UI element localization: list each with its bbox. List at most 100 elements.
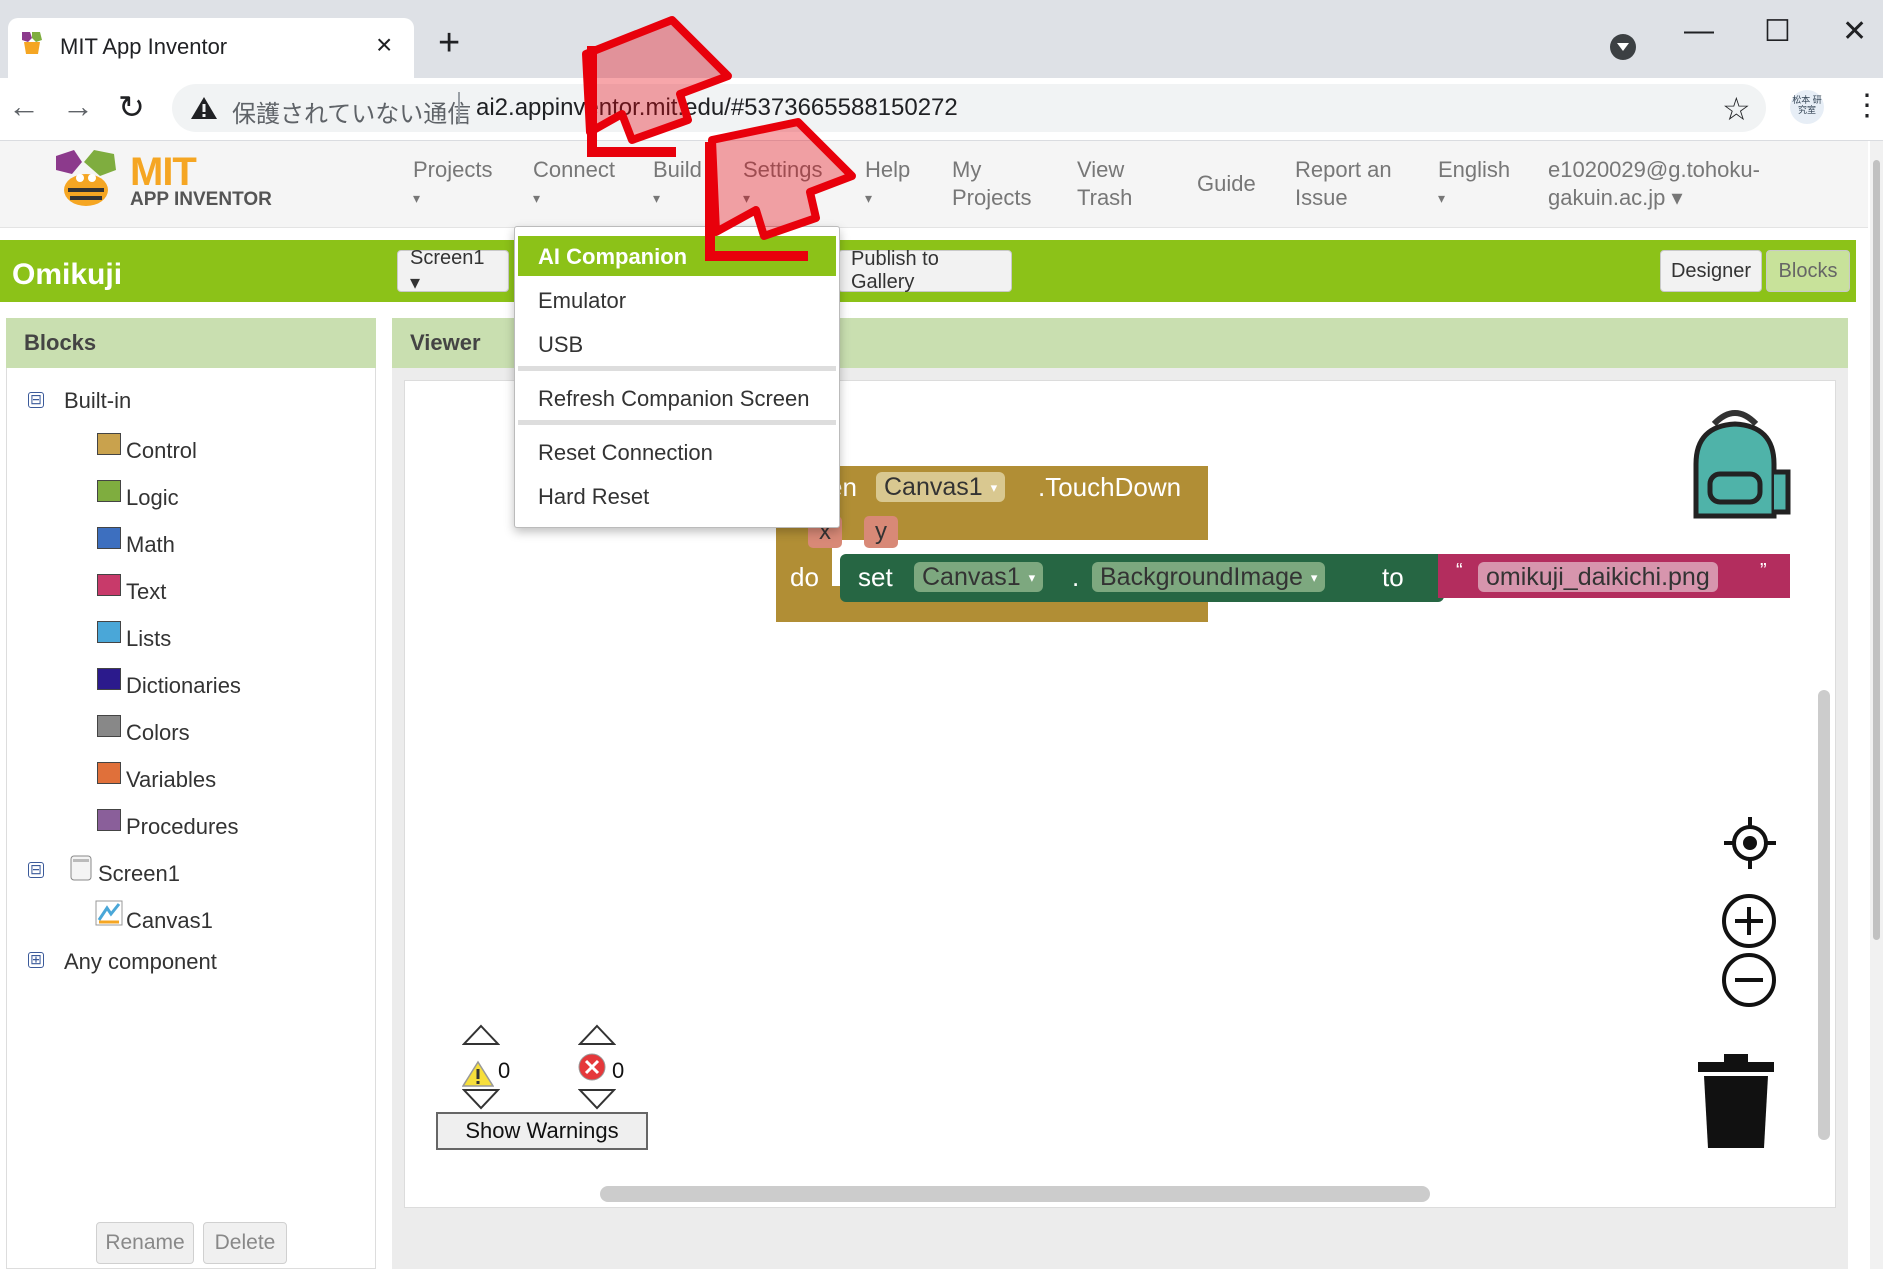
menu-item-usb[interactable]: USB	[538, 332, 583, 358]
menu-item-refresh-companion[interactable]: Refresh Companion Screen	[538, 386, 809, 412]
show-warnings-button[interactable]: Show Warnings	[436, 1112, 648, 1150]
math-swatch-icon	[97, 527, 121, 549]
dropdown-arrow-icon: ▾	[1028, 570, 1036, 586]
collapse-builtin-icon[interactable]: ⊟	[28, 392, 44, 408]
security-label[interactable]: 保護されていない通信	[232, 94, 471, 129]
address-separator	[458, 92, 460, 124]
maximize-icon[interactable]: ☐	[1764, 14, 1791, 49]
text-value[interactable]: omikuji_daikichi.png	[1478, 562, 1718, 592]
screen-select[interactable]: Screen1 ▾	[397, 247, 509, 294]
category-variables[interactable]: Variables	[126, 767, 216, 793]
event-component-label: Canvas1	[884, 473, 983, 501]
profile-avatar[interactable]: 松本 研究室	[1790, 90, 1824, 124]
menu-help[interactable]: Help ▾	[865, 156, 910, 212]
rename-button[interactable]: Rename	[96, 1222, 194, 1264]
property-label: BackgroundImage	[1100, 563, 1303, 591]
bookmark-star-icon[interactable]: ☆	[1722, 90, 1751, 128]
app-inventor-favicon-icon	[22, 32, 42, 54]
page-scrollbar[interactable]	[1873, 160, 1880, 940]
screen1-item[interactable]: Screen1	[98, 861, 180, 887]
menu-item-emulator[interactable]: Emulator	[538, 288, 626, 314]
forward-icon[interactable]: →	[62, 88, 94, 125]
set-component-label: Canvas1	[922, 563, 1021, 591]
app-inventor-logo-icon[interactable]	[48, 148, 126, 214]
set-label: set	[858, 562, 893, 592]
workspace-vertical-scrollbar[interactable]	[1818, 690, 1830, 1140]
param-y[interactable]: y	[864, 516, 898, 548]
menu-build[interactable]: Build ▾	[653, 156, 702, 212]
delete-button[interactable]: Delete	[203, 1222, 287, 1264]
do-label: do	[790, 562, 819, 592]
chevron-down-icon: ▾	[533, 190, 541, 206]
category-logic[interactable]: Logic	[126, 485, 179, 511]
menu-language[interactable]: English ▾	[1438, 156, 1510, 212]
new-tab-icon[interactable]: +	[438, 24, 460, 62]
collapse-screen-icon[interactable]: ⊟	[28, 862, 44, 878]
set-component-dropdown[interactable]: Canvas1 ▾	[914, 562, 1044, 592]
publish-gallery-button[interactable]: Publish to Gallery	[838, 248, 1012, 293]
dropdown-arrow-icon: ▾	[1310, 570, 1318, 586]
chevron-down-icon: ▾	[1438, 190, 1446, 206]
property-dropdown[interactable]: BackgroundImage ▾	[1092, 562, 1326, 592]
blocks-button[interactable]: Blocks	[1766, 250, 1850, 292]
event-name: .TouchDown	[1038, 472, 1182, 502]
next-warning-icon[interactable]	[462, 1088, 500, 1110]
backpack-icon[interactable]	[1674, 402, 1796, 524]
category-text[interactable]: Text	[126, 579, 166, 605]
category-dictionaries[interactable]: Dictionaries	[126, 673, 241, 699]
event-component-dropdown[interactable]: Canvas1 ▾	[876, 472, 1006, 502]
designer-button[interactable]: Designer	[1660, 250, 1762, 292]
menu-report-issue[interactable]: Report an Issue	[1295, 156, 1392, 212]
prev-warning-icon[interactable]	[462, 1024, 500, 1046]
expand-any-component-icon[interactable]: ⊞	[28, 952, 44, 968]
menu-projects-label: Projects	[413, 157, 493, 182]
menu-account[interactable]: e1020029@g.tohoku- gakuin.ac.jp ▾	[1548, 156, 1760, 212]
menu-item-reset-connection[interactable]: Reset Connection	[538, 440, 713, 466]
canvas1-item[interactable]: Canvas1	[126, 908, 213, 934]
menu-language-label: English	[1438, 157, 1511, 182]
chevron-down-icon: ▾	[653, 190, 661, 206]
menu-my-projects[interactable]: My Projects	[952, 156, 1031, 212]
zoom-in-icon[interactable]	[1720, 892, 1778, 950]
dropdown-arrow-icon: ▾	[990, 480, 998, 496]
project-name: Omikuji	[12, 258, 123, 291]
control-swatch-icon	[97, 433, 121, 455]
blocks-panel-title: Blocks	[24, 330, 97, 355]
menu-item-hard-reset[interactable]: Hard Reset	[538, 484, 649, 510]
error-icon	[578, 1053, 606, 1081]
set-dot: .	[1072, 562, 1080, 592]
any-component-label[interactable]: Any component	[64, 949, 217, 975]
tab-title: MIT App Inventor	[60, 34, 228, 59]
prev-error-icon[interactable]	[578, 1024, 616, 1046]
category-colors[interactable]: Colors	[126, 720, 190, 746]
tab-search-icon[interactable]	[1610, 34, 1636, 60]
logo-subtitle[interactable]: APP INVENTOR	[130, 189, 272, 211]
close-quote: ”	[1760, 560, 1767, 582]
menu-view-trash[interactable]: View Trash	[1077, 156, 1132, 212]
tab-close-icon[interactable]: ×	[376, 29, 392, 61]
canvas-component-icon	[95, 900, 123, 926]
category-math[interactable]: Math	[126, 532, 175, 558]
trash-icon[interactable]	[1696, 1052, 1776, 1150]
builtin-label[interactable]: Built-in	[64, 388, 131, 414]
category-lists[interactable]: Lists	[126, 626, 171, 652]
close-window-icon[interactable]: ✕	[1842, 14, 1867, 49]
menu-projects[interactable]: Projects ▾	[413, 156, 492, 212]
category-control[interactable]: Control	[126, 438, 197, 464]
chevron-down-icon: ▾	[413, 190, 421, 206]
next-error-icon[interactable]	[578, 1088, 616, 1110]
workspace-horizontal-scrollbar[interactable]	[600, 1186, 1430, 1202]
back-icon[interactable]: ←	[8, 88, 40, 125]
reload-icon[interactable]: ↻	[118, 88, 145, 126]
category-procedures[interactable]: Procedures	[126, 814, 239, 840]
zoom-out-icon[interactable]	[1720, 951, 1778, 1009]
ai-companion-label[interactable]: AI Companion	[538, 244, 687, 270]
menu-divider	[518, 366, 836, 371]
menu-guide[interactable]: Guide	[1197, 170, 1256, 198]
menu-divider	[518, 420, 836, 425]
browser-menu-icon[interactable]: ⋮	[1852, 88, 1882, 123]
annotation-arrow-ai-companion-head	[705, 142, 808, 261]
menu-connect[interactable]: Connect ▾	[533, 156, 615, 212]
center-workspace-icon[interactable]	[1722, 815, 1778, 871]
minimize-icon[interactable]: —	[1684, 14, 1714, 48]
